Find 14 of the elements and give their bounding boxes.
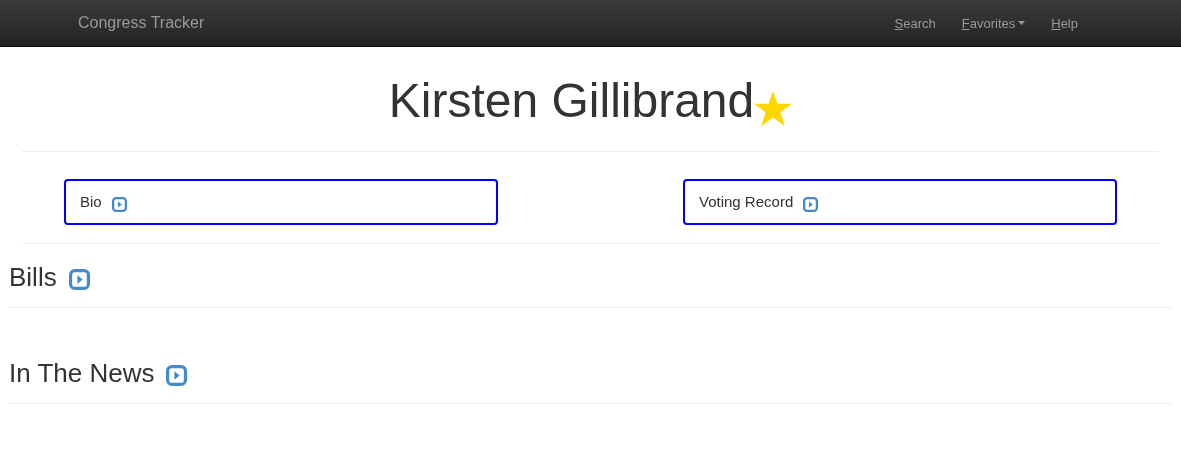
brand-title[interactable]: Congress Tracker bbox=[78, 14, 205, 32]
play-icon[interactable] bbox=[111, 197, 127, 212]
nav-link[interactable]: Favorites bbox=[948, 15, 1039, 31]
section-title: Bills bbox=[9, 262, 57, 293]
play-icon[interactable] bbox=[68, 269, 90, 290]
panel-title: Voting Record bbox=[699, 193, 794, 210]
section-title: In The News bbox=[9, 358, 155, 389]
play-icon[interactable] bbox=[803, 197, 819, 212]
nav-link[interactable]: Help bbox=[1038, 15, 1091, 31]
nav-link[interactable]: Search bbox=[881, 15, 949, 31]
play-icon[interactable] bbox=[166, 365, 188, 386]
star-icon[interactable] bbox=[754, 91, 793, 127]
person-name: Kirsten Gillibrand bbox=[388, 77, 755, 125]
panel-title: Bio bbox=[80, 193, 102, 210]
